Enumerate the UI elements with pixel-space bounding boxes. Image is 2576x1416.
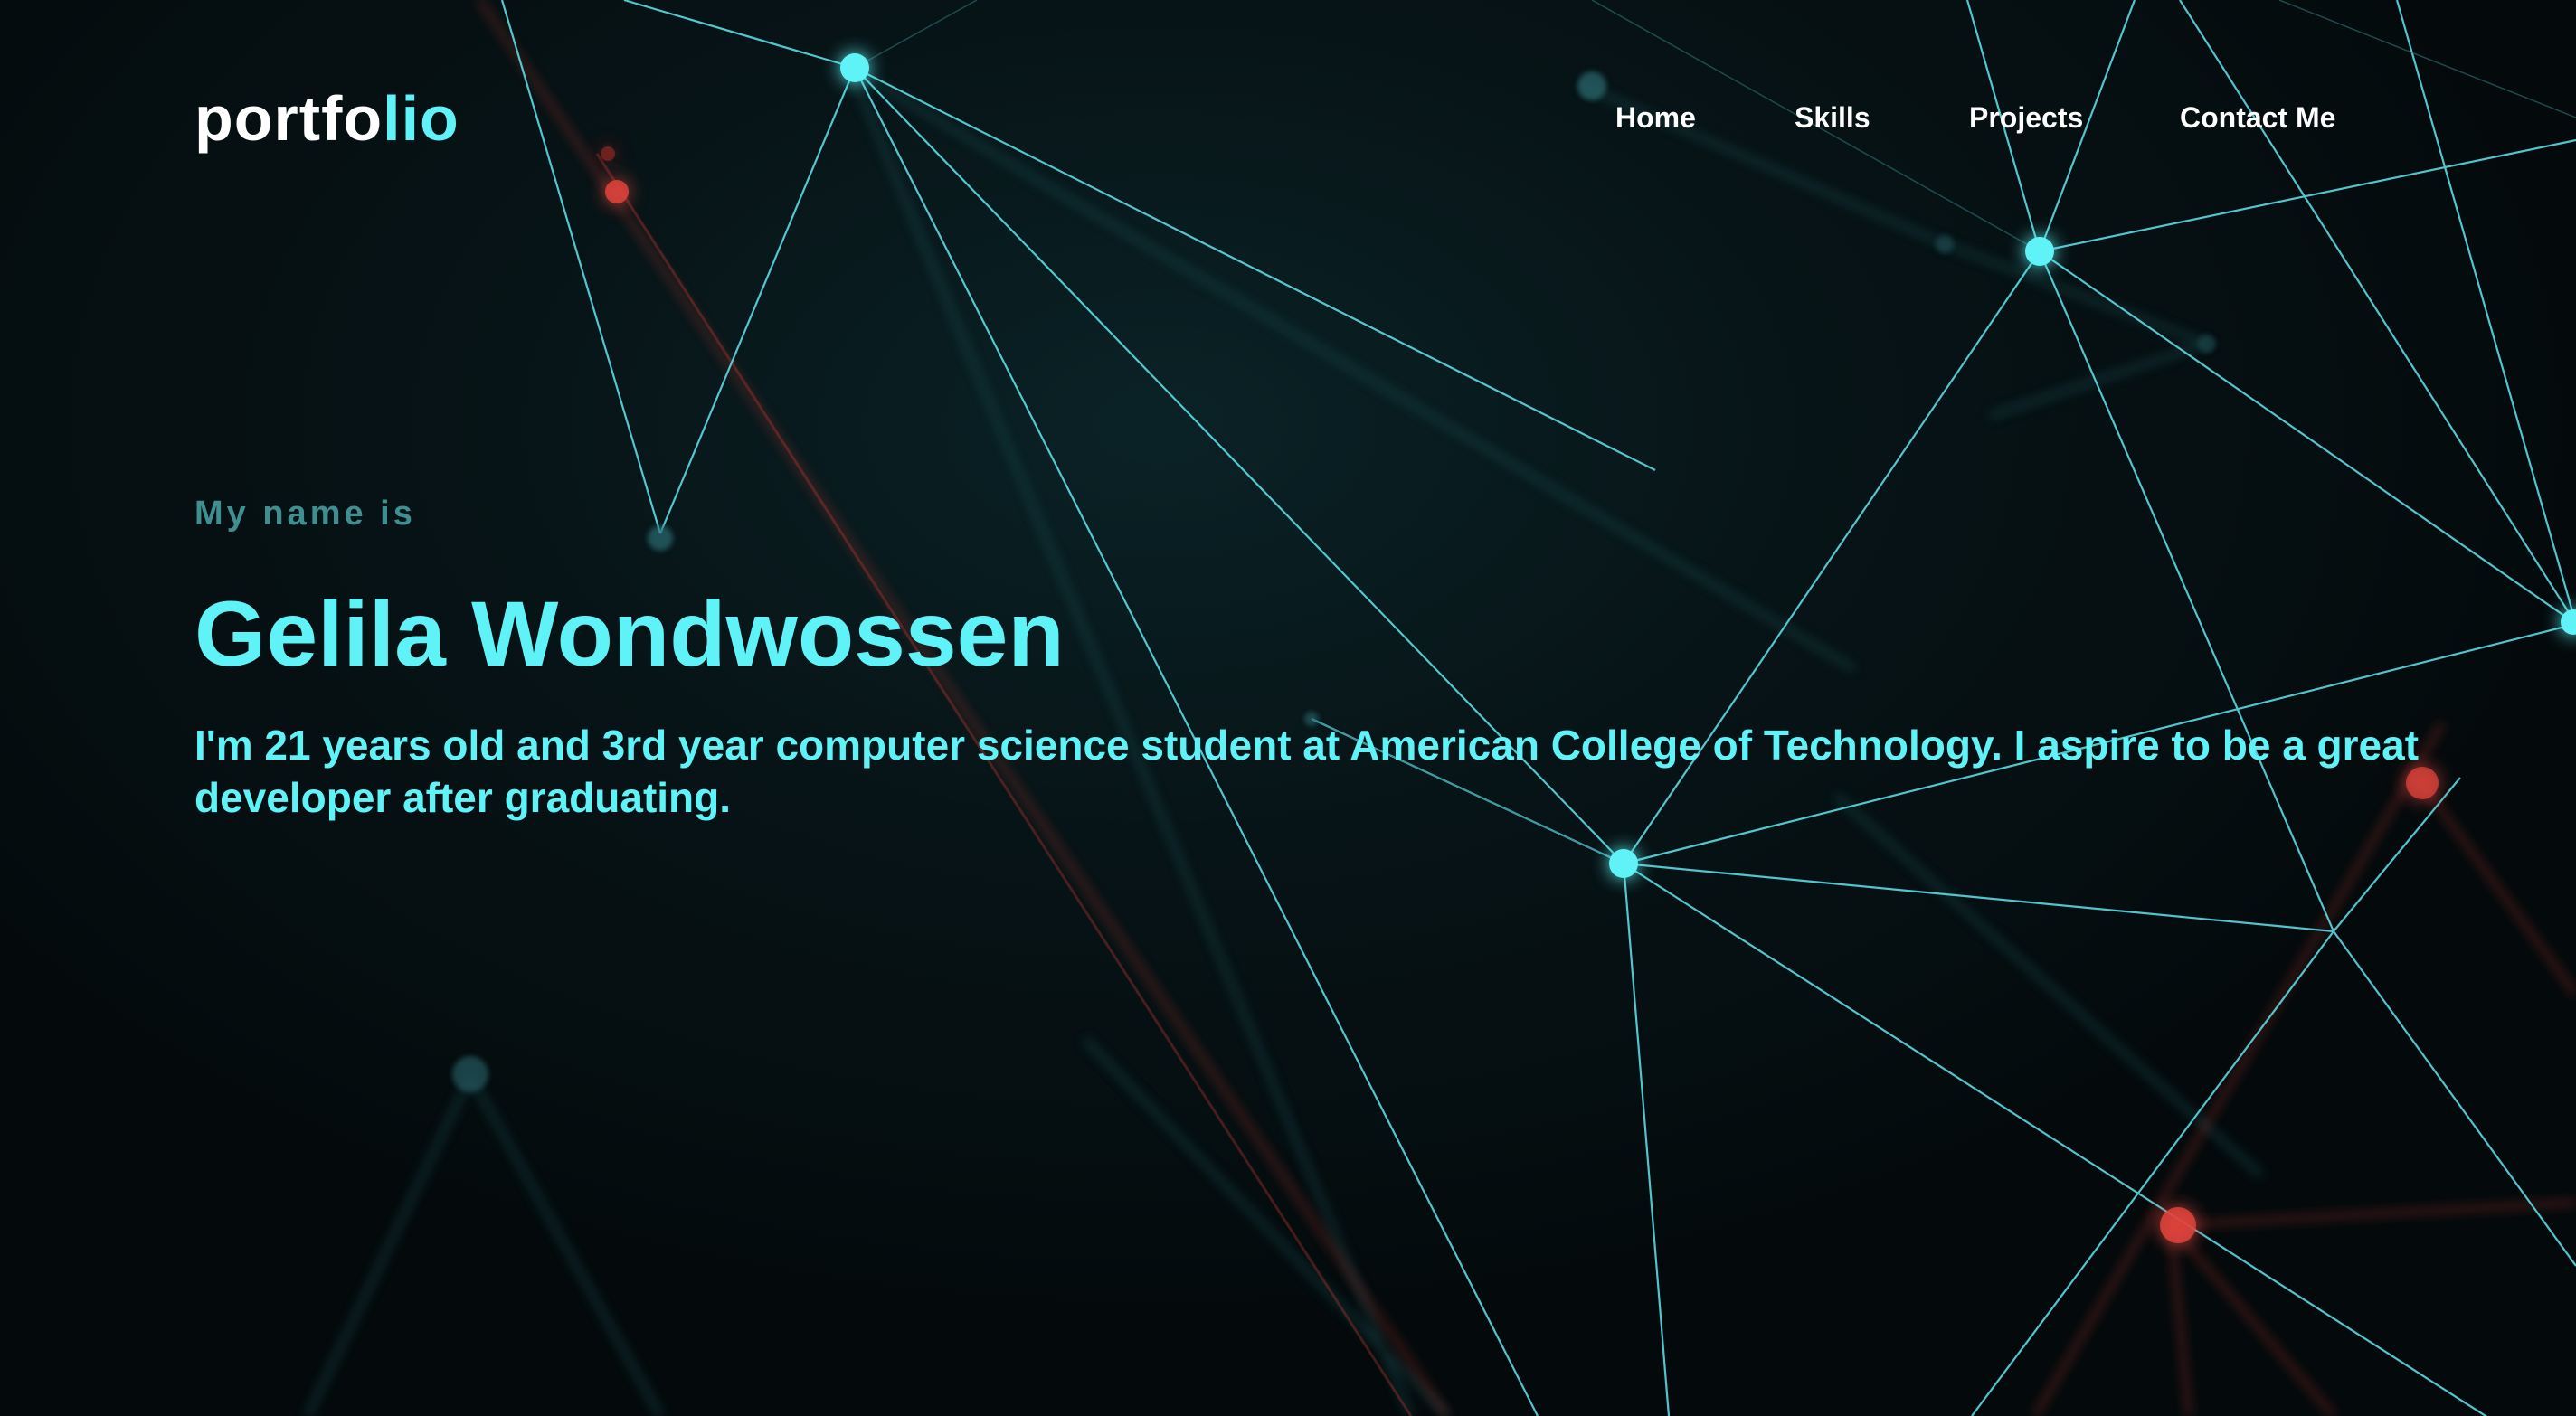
- nav-link-projects[interactable]: Projects: [1969, 99, 2083, 136]
- logo[interactable]: portfolio: [194, 80, 459, 157]
- hero-section: My name is Gelila Wondwossen I'm 21 year…: [194, 493, 2510, 821]
- portfolio-page: portfolio Home Skills Projects Contact M…: [0, 0, 2576, 1416]
- logo-accent: lio: [383, 83, 459, 154]
- hero-bio: I'm 21 years old and 3rd year computer s…: [194, 722, 2420, 821]
- intro-text: My name is: [194, 495, 416, 533]
- nav-link-contact-me[interactable]: Contact Me: [2180, 99, 2335, 136]
- site-header: portfolio Home Skills Projects Contact M…: [0, 0, 2576, 235]
- logo-main: portfo: [194, 83, 384, 154]
- hero-name: Gelila Wondwossen: [194, 582, 1065, 685]
- nav-link-skills[interactable]: Skills: [1795, 99, 1870, 136]
- nav-link-home[interactable]: Home: [1615, 99, 1696, 136]
